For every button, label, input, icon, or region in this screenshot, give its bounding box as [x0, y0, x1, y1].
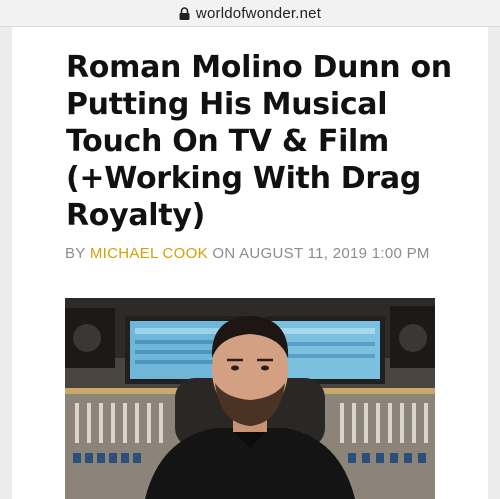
byline-on: ON — [207, 245, 240, 262]
article-container: Roman Molino Dunn on Putting His Musical… — [12, 27, 488, 499]
featured-image[interactable] — [65, 298, 435, 499]
lock-icon — [179, 6, 190, 20]
url-text: worldofwonder.net — [195, 4, 322, 22]
byline-prefix: BY — [65, 245, 90, 262]
article-title: Roman Molino Dunn on Putting His Musical… — [66, 50, 452, 233]
author-link[interactable]: MICHAEL COOK — [90, 245, 208, 262]
publish-date: AUGUST 11, 2019 1:00 PM — [239, 245, 430, 262]
page-background: Roman Molino Dunn on Putting His Musical… — [0, 27, 500, 499]
address-bar[interactable]: worldofwonder.net — [0, 0, 500, 27]
featured-image-art — [65, 298, 435, 499]
byline: BY MICHAEL COOK ON AUGUST 11, 2019 1:00 … — [65, 245, 430, 262]
